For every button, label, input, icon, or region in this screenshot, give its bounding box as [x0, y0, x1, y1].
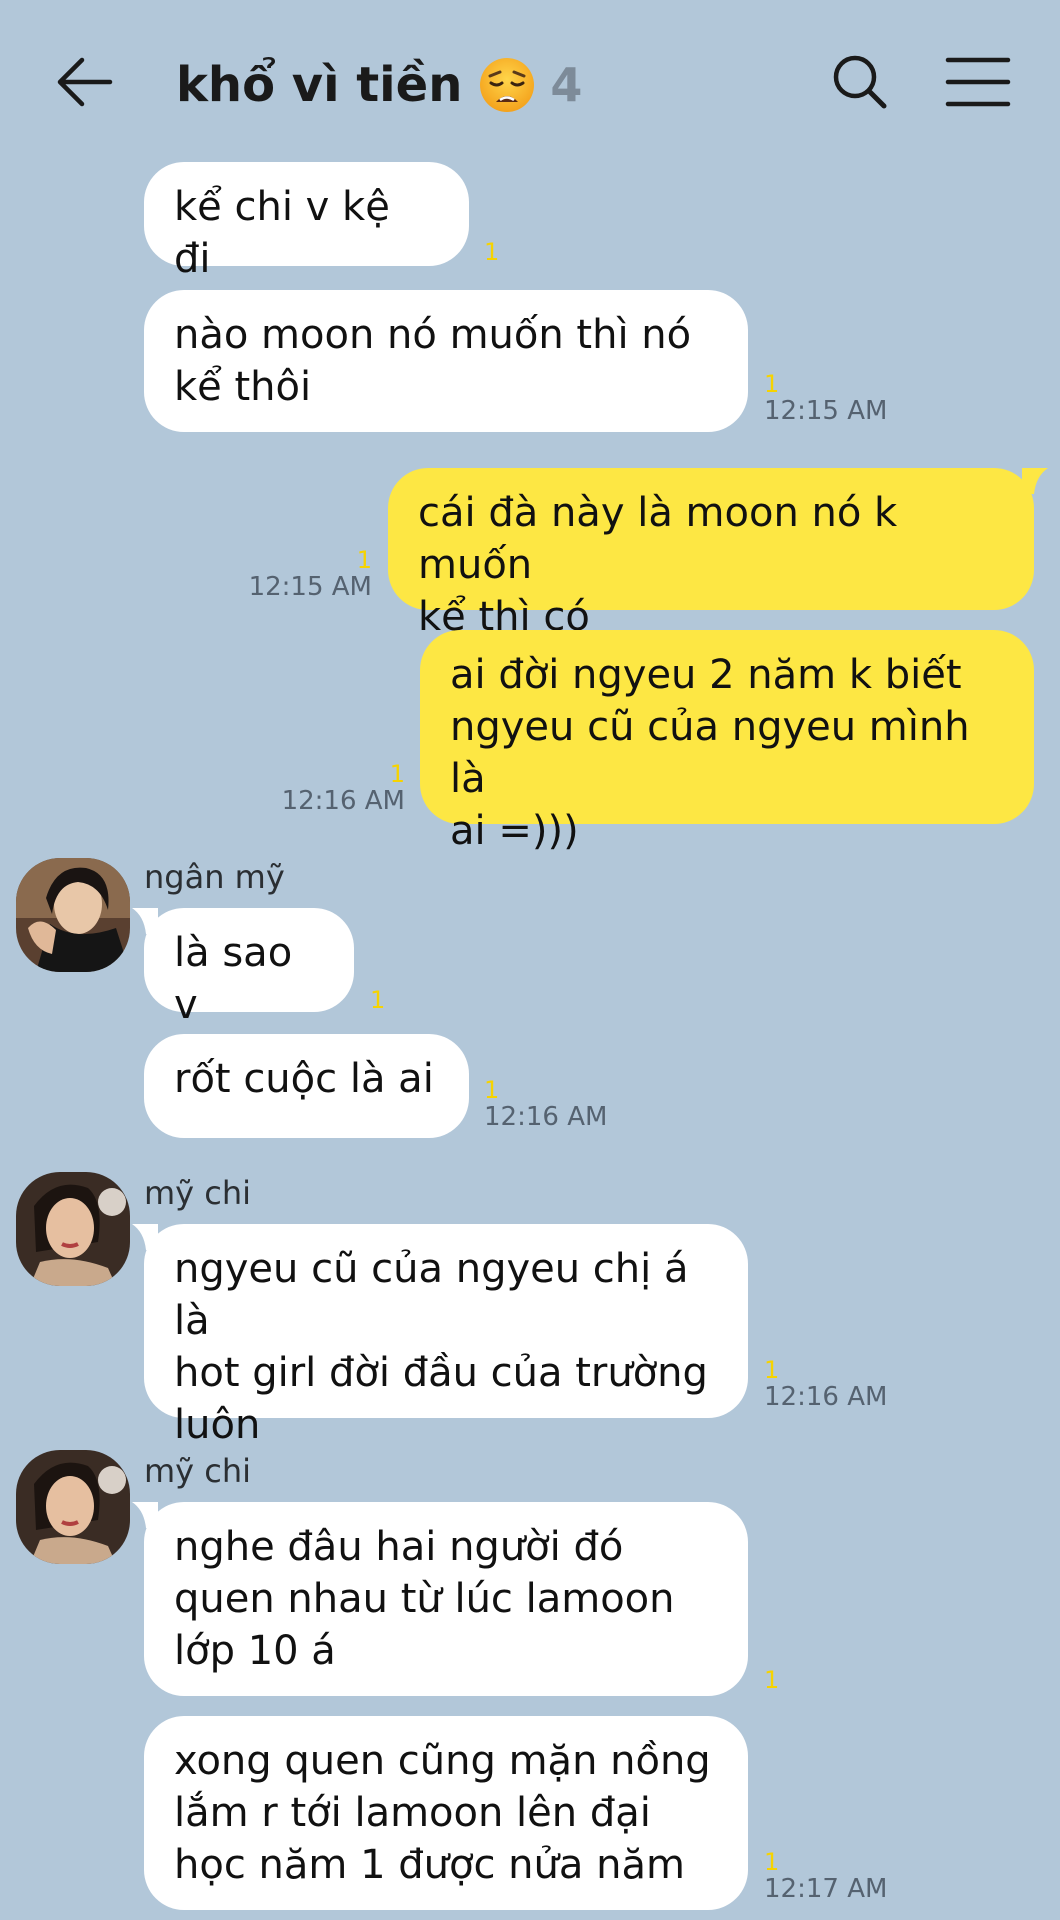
unread-count: 1 [484, 238, 500, 266]
arrow-left-icon[interactable] [52, 50, 116, 114]
unread-count: 1 [764, 1356, 780, 1384]
message-meta: 1 [484, 240, 499, 264]
avatar[interactable] [16, 858, 130, 972]
message-text: nghe đâu hai người đó quen nhau từ lúc l… [174, 1524, 675, 1674]
message-text: xong quen cũng mặn nồng lắm r tới lamoon… [174, 1738, 711, 1888]
message-bubble[interactable]: ngyeu cũ của ngyeu chị á là hot girl đời… [144, 1224, 748, 1448]
message-text: kể chi v kệ đi [174, 184, 390, 282]
bubble-tail [132, 1502, 158, 1528]
chat-header: khổ vì tiền 4 [0, 0, 1060, 160]
timestamp: 12:16 AM [764, 1382, 888, 1412]
unread-count: 1 [370, 986, 386, 1014]
menu-icon[interactable] [944, 52, 1012, 112]
message-bubble[interactable]: ai đời ngyeu 2 năm k biết ngyeu cũ của n… [420, 630, 1034, 854]
message-meta: 1 [370, 988, 385, 1012]
unread-count: 1 [484, 1076, 500, 1104]
message-meta: 1 [764, 1668, 779, 1692]
message-text: cái đà này là moon nó k muốn kể thì có [418, 490, 898, 640]
avatar-photo [16, 858, 130, 972]
message-bubble[interactable]: là sao v [144, 908, 354, 1028]
message-meta: 1 12:15 AM [249, 548, 372, 602]
message-meta: 1 12:16 AM [282, 762, 405, 816]
message-bubble[interactable]: nghe đâu hai người đó quen nhau từ lúc l… [144, 1502, 748, 1696]
timestamp: 12:15 AM [248, 572, 372, 602]
message-text: là sao v [174, 930, 293, 1028]
chat-screen: khổ vì tiền 4 kể chi v kệ đi 1 nào moon … [0, 0, 1060, 1920]
bubble-tail [1022, 468, 1048, 494]
message-bubble[interactable]: nào moon nó muốn thì nó kể thôi [144, 290, 748, 432]
member-count: 4 [550, 58, 583, 112]
timestamp: 12:16 AM [281, 786, 405, 816]
chat-title[interactable]: khổ vì tiền 4 [176, 50, 582, 120]
weary-face-icon [480, 58, 535, 112]
search-icon[interactable] [828, 50, 892, 114]
unread-count: 1 [389, 760, 405, 788]
message-text: ngyeu cũ của ngyeu chị á là hot girl đời… [174, 1246, 708, 1448]
sender-name: mỹ chi [144, 1452, 252, 1490]
message-bubble[interactable]: cái đà này là moon nó k muốn kể thì có [388, 468, 1034, 640]
bubble-tail [132, 908, 158, 934]
message-meta: 1 12:16 AM [484, 1078, 607, 1132]
message-bubble[interactable]: rốt cuộc là ai [144, 1034, 469, 1138]
message-text: ai đời ngyeu 2 năm k biết ngyeu cũ của n… [450, 652, 970, 854]
unread-count: 1 [356, 546, 372, 574]
unread-count: 1 [764, 1666, 780, 1694]
unread-count: 1 [764, 370, 780, 398]
sender-name: mỹ chi [144, 1174, 252, 1212]
sender-name: ngân mỹ [144, 858, 285, 896]
avatar[interactable] [16, 1450, 130, 1564]
message-meta: 1 12:17 AM [764, 1850, 887, 1904]
message-bubble[interactable]: xong quen cũng mặn nồng lắm r tới lamoon… [144, 1716, 748, 1910]
message-meta: 1 12:16 AM [764, 1358, 887, 1412]
message-text: rốt cuộc là ai [174, 1056, 434, 1102]
timestamp: 12:17 AM [764, 1874, 888, 1904]
timestamp: 12:15 AM [764, 396, 888, 426]
message-bubble[interactable]: kể chi v kệ đi [144, 162, 469, 282]
bubble-tail [132, 1224, 158, 1250]
message-text: nào moon nó muốn thì nó kể thôi [174, 312, 692, 410]
chat-title-text: khổ vì tiền [176, 57, 463, 113]
avatar-photo [16, 1450, 130, 1564]
timestamp: 12:16 AM [484, 1102, 608, 1132]
unread-count: 1 [764, 1848, 780, 1876]
avatar-photo [16, 1172, 130, 1286]
avatar[interactable] [16, 1172, 130, 1286]
message-meta: 1 12:15 AM [764, 372, 887, 426]
